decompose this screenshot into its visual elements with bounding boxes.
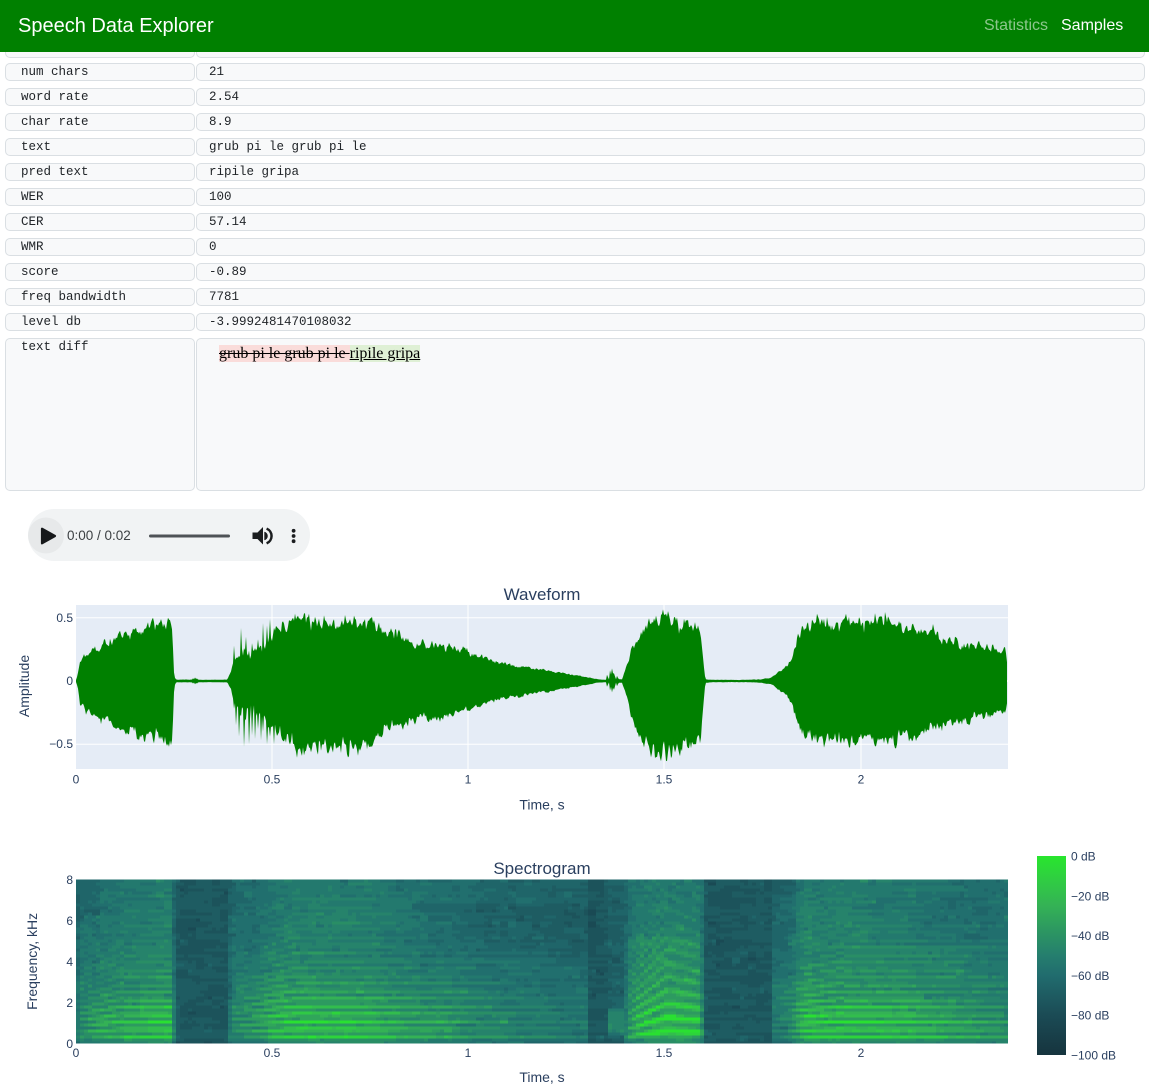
svg-text:Amplitude: Amplitude <box>16 655 32 717</box>
svg-text:4: 4 <box>66 955 73 969</box>
svg-text:2: 2 <box>66 996 73 1010</box>
svg-text:−20 dB: −20 dB <box>1071 889 1109 903</box>
svg-text:Spectrogram: Spectrogram <box>493 859 590 878</box>
svg-text:0: 0 <box>73 1046 80 1060</box>
svg-text:0.5: 0.5 <box>264 773 281 787</box>
svg-text:Waveform: Waveform <box>504 585 581 604</box>
svg-text:0.5: 0.5 <box>56 611 73 625</box>
svg-text:Time, s: Time, s <box>519 797 564 813</box>
svg-text:1: 1 <box>465 773 472 787</box>
svg-text:0.5: 0.5 <box>264 1046 281 1060</box>
svg-text:−60 dB: −60 dB <box>1071 969 1109 983</box>
svg-text:0: 0 <box>73 773 80 787</box>
svg-text:−40 dB: −40 dB <box>1071 929 1109 943</box>
svg-text:1: 1 <box>465 1046 472 1060</box>
svg-text:8: 8 <box>66 873 73 887</box>
svg-text:1.5: 1.5 <box>656 1046 673 1060</box>
svg-text:0 dB: 0 dB <box>1071 850 1096 864</box>
svg-text:1.5: 1.5 <box>656 773 673 787</box>
svg-text:0:00 / 0:02: 0:00 / 0:02 <box>67 528 131 543</box>
svg-text:0: 0 <box>66 674 73 688</box>
svg-text:−80 dB: −80 dB <box>1071 1009 1109 1023</box>
svg-text:6: 6 <box>66 914 73 928</box>
svg-text:2: 2 <box>858 1046 865 1060</box>
svg-text:Frequency, kHz: Frequency, kHz <box>24 913 40 1010</box>
svg-text:−100 dB: −100 dB <box>1071 1049 1116 1063</box>
svg-text:−0.5: −0.5 <box>49 737 73 751</box>
svg-text:Time, s: Time, s <box>519 1069 564 1085</box>
svg-text:2: 2 <box>858 773 865 787</box>
